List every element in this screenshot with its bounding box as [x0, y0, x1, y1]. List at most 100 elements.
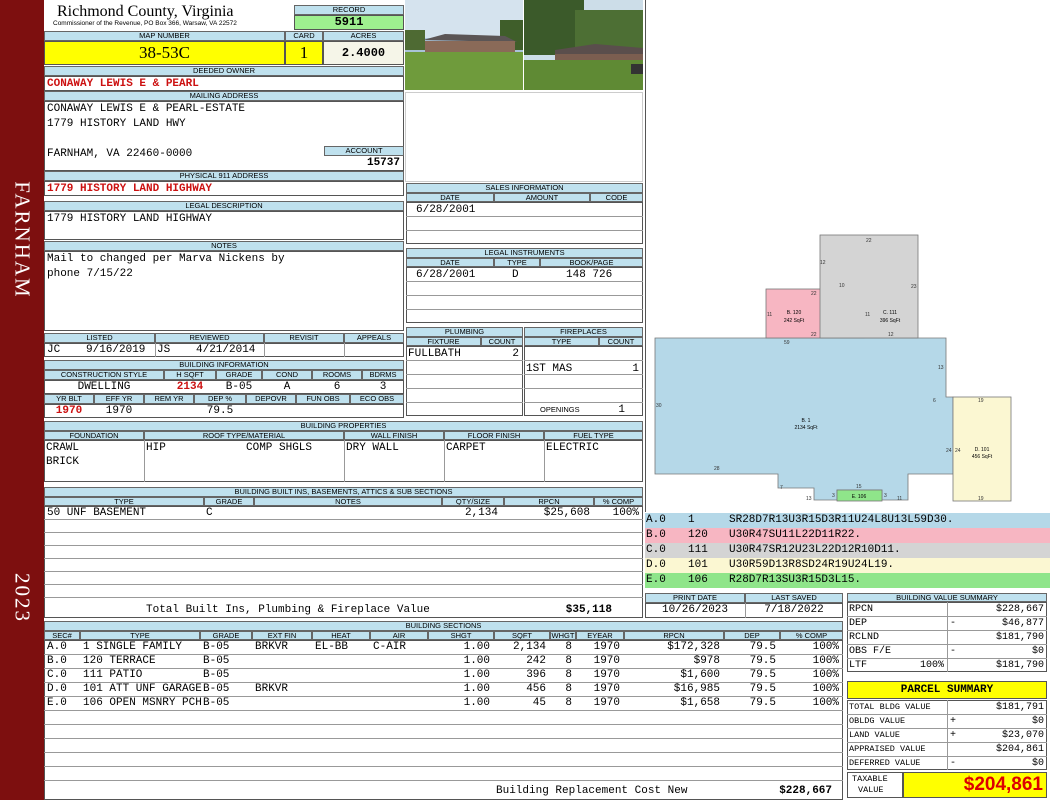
- obs-label: OBS F/E: [849, 646, 892, 657]
- sketch-code-row: B.0 120 U30R47SU11L22D11R22.: [645, 528, 1050, 543]
- section-rpcn: $1,600: [680, 669, 720, 681]
- section-comp: 100%: [812, 683, 839, 695]
- col-yr-blt: YR BLT: [44, 394, 94, 404]
- section-grade: B-05: [203, 669, 230, 681]
- reviewed-date: 4/21/2014: [196, 344, 256, 356]
- fuel-type: ELECTRIC: [546, 442, 599, 454]
- section-type: 111 PATIO: [83, 669, 143, 681]
- section-sqft: 242: [526, 655, 546, 667]
- builtin-type: 50 UNF BASEMENT: [47, 507, 147, 519]
- sketch-code-number: 120: [688, 529, 708, 541]
- section-sqft: 456: [526, 683, 546, 695]
- section-eyear: 1970: [593, 683, 620, 695]
- instrument-book-page: 148 726: [566, 269, 613, 281]
- props-col-roof: ROOF TYPE/MATERIAL: [144, 431, 344, 440]
- sections-col-type: TYPE: [80, 631, 200, 640]
- sketch-codes: A.0 1 SR28D7R13U3R15D3R11U24L8U13L59D30. B.…: [645, 513, 1050, 588]
- appeals-label: APPEALS: [344, 333, 404, 343]
- sketch-code-vectors: R28D7R13SU3R15D3L15.: [729, 574, 862, 586]
- sketch-code-vectors: U30R47SU11L22D11R22.: [729, 529, 862, 541]
- sketch-area: B. 120 242 SqFt C. 111 396 SqFt B. 1 213…: [645, 0, 1050, 512]
- heated-sqft: 2134: [176, 381, 204, 393]
- dim-20: 3: [832, 493, 835, 499]
- section-rpcn: $16,985: [673, 683, 720, 695]
- replacement-cost-total: $228,667: [779, 785, 832, 797]
- sidebar-town: FARNHAM: [10, 181, 35, 299]
- taxable-label-2: VALUE: [858, 785, 884, 795]
- sales-col-date: DATE: [406, 193, 494, 202]
- sketch-code-number: 111: [688, 544, 708, 556]
- dim-11: 30: [656, 403, 662, 409]
- year-built: 1970: [55, 405, 83, 417]
- physical-address: 1779 HISTORY LAND HIGHWAY: [47, 183, 213, 195]
- obs-sign: -: [950, 646, 957, 657]
- sketch-area-c: 396 SqFt: [880, 318, 901, 324]
- plumbing-count: 2: [512, 348, 519, 360]
- mailing-line-2: 1779 HISTORY LAND HWY: [47, 118, 186, 130]
- house-photo-front: [405, 0, 643, 90]
- building-properties-label: BUILDING PROPERTIES: [44, 421, 643, 431]
- print-date-label: PRINT DATE: [645, 593, 745, 603]
- dim-5: 11: [767, 312, 772, 318]
- appraised-value: $204,861: [995, 744, 1044, 755]
- props-col-wall: WALL FINISH: [344, 431, 444, 440]
- effective-year: 1970: [105, 405, 133, 417]
- col-rooms: ROOMS: [312, 370, 362, 380]
- sections-col-dep: DEP: [724, 631, 780, 640]
- col-eco-obs: ECO OBS: [350, 394, 404, 404]
- rpcn-label: RPCN: [849, 604, 874, 615]
- dim-1: 12: [820, 260, 826, 266]
- dep-label: DEP: [849, 618, 868, 629]
- section-eyear: 1970: [593, 669, 620, 681]
- sketch-code-number: 1: [688, 514, 695, 526]
- builtin-comp: 100%: [612, 507, 639, 519]
- col-eff-yr: EFF YR: [94, 394, 144, 404]
- section-eyear: 1970: [593, 641, 620, 653]
- county-title: Richmond County, Virginia: [57, 3, 234, 20]
- deferred-sign: -: [950, 758, 957, 769]
- dim-15: 24: [955, 448, 961, 454]
- dim-6: 11: [865, 312, 870, 318]
- dim-14: 24: [946, 448, 952, 454]
- section-whgt: 8: [565, 655, 572, 667]
- depreciation: 79.5: [206, 405, 234, 417]
- sketch-code-row: C.0 111 U30R47SR12U23L22D12R10D11.: [645, 543, 1050, 558]
- section-dep: 79.5: [749, 641, 776, 653]
- total-bldg-label: TOTAL BLDG VALUE: [849, 702, 931, 712]
- sketch-code-sec: D.0: [646, 559, 666, 571]
- fireplace-count: 1: [632, 363, 639, 375]
- print-date: 10/26/2023: [661, 604, 728, 616]
- props-col-floor: FLOOR FINISH: [444, 431, 544, 440]
- legal-instruments-label: LEGAL INSTRUMENTS: [406, 248, 643, 258]
- rclnd-value: $181,790: [995, 632, 1044, 643]
- section-ext-fin: BRKVR: [255, 683, 289, 695]
- builtins-col-notes: NOTES: [254, 497, 442, 506]
- listed-by: JC: [47, 344, 61, 356]
- section-sec: E.0: [47, 697, 67, 709]
- legal-description-label: LEGAL DESCRIPTION: [44, 201, 404, 211]
- builtins-col-rpcn: RPCN: [504, 497, 594, 506]
- obldg-label: OBLDG VALUE: [849, 716, 906, 726]
- dim-8: 22: [811, 332, 817, 338]
- last-saved-label: LAST SAVED: [745, 593, 843, 603]
- section-dep: 79.5: [749, 669, 776, 681]
- dep-sign: -: [950, 618, 957, 629]
- section-grade: B-05: [203, 697, 230, 709]
- builtin-qty: 2,134: [464, 507, 498, 519]
- dim-9: 59: [784, 340, 790, 346]
- col-bdrms: BDRMS: [362, 370, 404, 380]
- sketch-code-sec: B.0: [646, 529, 666, 541]
- dim-4: 22: [811, 291, 817, 297]
- dim-17: 7: [780, 485, 783, 491]
- section-eyear: 1970: [593, 655, 620, 667]
- dep-value: $46,877: [1001, 618, 1044, 629]
- replacement-cost-label: Building Replacement Cost New: [496, 785, 688, 797]
- builtin-grade: C: [206, 507, 213, 519]
- instr-col-type: TYPE: [494, 258, 540, 267]
- section-whgt: 8: [565, 697, 572, 709]
- dim-19: 13: [806, 496, 812, 502]
- property-photos: [405, 0, 643, 90]
- sketch-label-e: E. 106: [852, 494, 867, 500]
- sections-col-ext-fin: EXT FIN: [252, 631, 312, 640]
- rooms: 6: [333, 381, 341, 393]
